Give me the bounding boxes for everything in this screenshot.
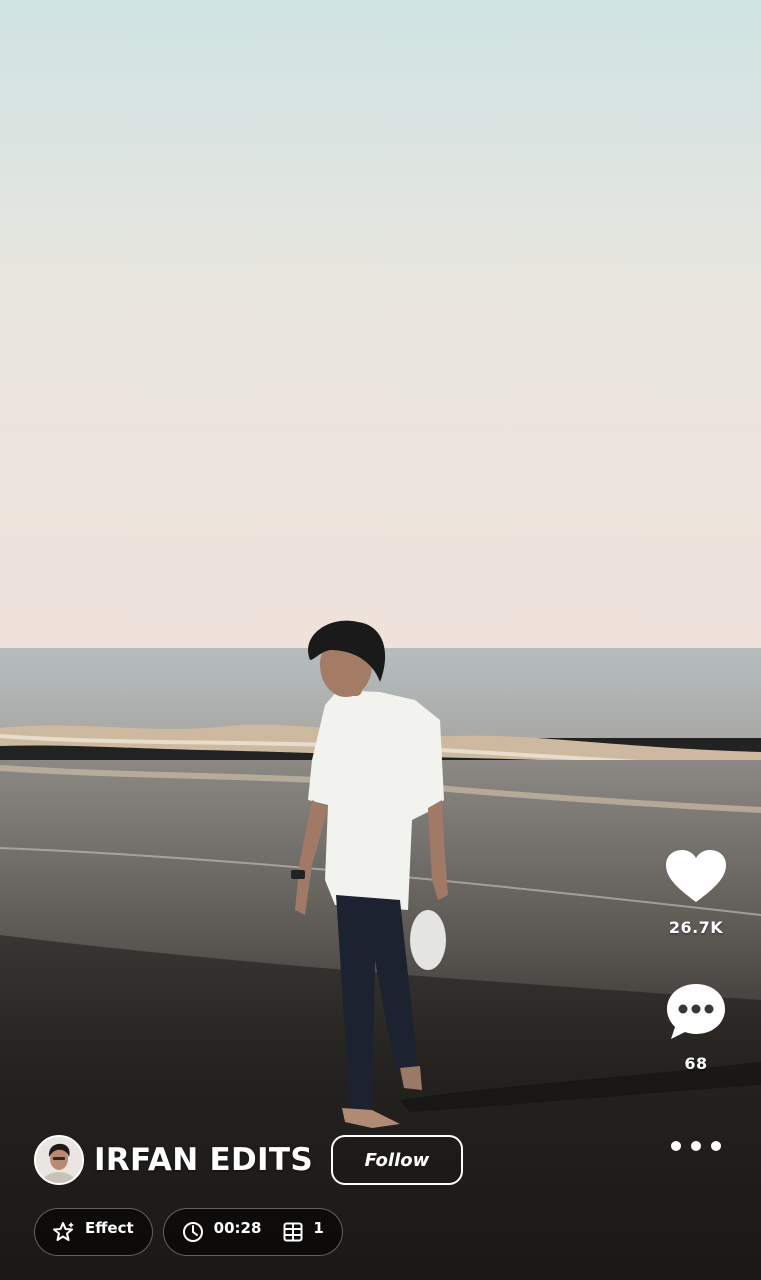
film-frame-icon bbox=[283, 1222, 303, 1242]
dot bbox=[671, 1141, 681, 1151]
sparkle-icon bbox=[53, 1221, 75, 1243]
follow-button[interactable]: Follow bbox=[330, 1135, 463, 1185]
more-dots-icon[interactable] bbox=[671, 1137, 721, 1155]
duration-text: 00:28 bbox=[213, 1219, 262, 1237]
dot bbox=[691, 1141, 701, 1151]
author-name[interactable]: IRFAN EDITS bbox=[94, 1142, 313, 1178]
clock-icon bbox=[182, 1221, 204, 1243]
meta-row: Effect 00:28 1 bbox=[34, 1208, 343, 1256]
speech-bubble-icon[interactable] bbox=[665, 984, 727, 1044]
dot bbox=[711, 1141, 721, 1151]
like-count: 26.7K bbox=[668, 918, 724, 937]
heart-icon[interactable] bbox=[666, 850, 726, 908]
clip-count: 1 bbox=[313, 1219, 324, 1237]
effect-pill[interactable]: Effect bbox=[34, 1208, 153, 1256]
author-row: IRFAN EDITS Follow bbox=[34, 1132, 463, 1188]
effect-label: Effect bbox=[85, 1219, 134, 1237]
comment-count: 68 bbox=[684, 1054, 708, 1073]
comment-action[interactable]: 68 bbox=[661, 982, 731, 1073]
avatar[interactable] bbox=[34, 1135, 84, 1185]
template-info-pill[interactable]: 00:28 1 bbox=[162, 1208, 343, 1256]
like-action[interactable]: 26.7K bbox=[661, 850, 731, 937]
